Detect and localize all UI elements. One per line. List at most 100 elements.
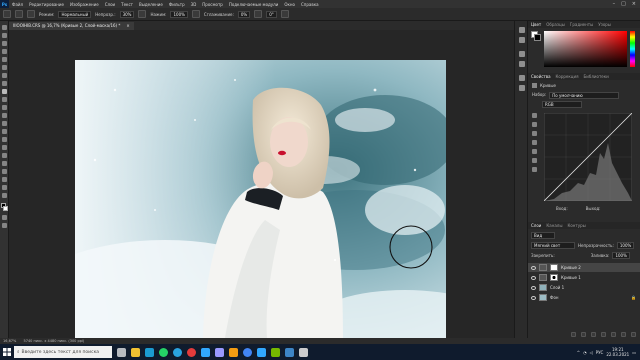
- hue-slider[interactable]: [630, 31, 635, 67]
- tab-properties[interactable]: Свойства: [531, 74, 551, 79]
- telegram-icon[interactable]: [173, 347, 182, 357]
- brush-preset-picker[interactable]: [27, 10, 35, 18]
- layer-row[interactable]: Фон 🔒: [528, 293, 640, 302]
- tab-patterns[interactable]: Узоры: [598, 22, 611, 27]
- task-view-icon[interactable]: [117, 347, 126, 357]
- premiere-icon[interactable]: [215, 347, 224, 357]
- layer-filter-select[interactable]: Вид: [531, 232, 555, 239]
- marquee-tool-icon[interactable]: [2, 33, 7, 38]
- home-icon[interactable]: [3, 10, 11, 18]
- visibility-eye-icon[interactable]: [531, 275, 536, 280]
- symmetry-icon[interactable]: [280, 10, 289, 18]
- smoothing-field[interactable]: 0%: [237, 10, 251, 18]
- angle-field[interactable]: 0°: [266, 10, 277, 18]
- nvidia-icon[interactable]: [271, 347, 280, 357]
- new-adjustment-icon[interactable]: [601, 331, 606, 337]
- chrome-icon[interactable]: [243, 347, 252, 357]
- zoom-tool-icon[interactable]: [2, 185, 7, 190]
- file-explorer-icon[interactable]: [131, 347, 140, 357]
- channel-select[interactable]: RGB: [542, 101, 582, 108]
- tab-adjustments[interactable]: Коррекция: [556, 74, 579, 79]
- opera-icon[interactable]: [187, 347, 196, 357]
- layer-row[interactable]: Кривые 2: [528, 263, 640, 272]
- curves-graph[interactable]: [544, 113, 632, 201]
- glyphs-icon[interactable]: [519, 85, 525, 91]
- shape-tool-icon[interactable]: [2, 169, 7, 174]
- link-layers-icon[interactable]: [571, 331, 576, 337]
- layer-row[interactable]: Слой 1: [528, 283, 640, 292]
- notifications-icon[interactable]: ▭: [632, 350, 636, 355]
- screen-mode-icon[interactable]: [2, 223, 7, 228]
- smoothing-options-icon[interactable]: [254, 10, 263, 18]
- menu-help[interactable]: Справка: [298, 2, 322, 7]
- tab-swatches[interactable]: Образцы: [546, 22, 565, 27]
- layer-mask-thumb[interactable]: [550, 274, 558, 281]
- menu-file[interactable]: Файл: [9, 2, 26, 7]
- menu-filter[interactable]: Фильтр: [166, 2, 188, 7]
- taskbar-search[interactable]: ⌕ Введите здесь текст для поиска: [14, 346, 112, 358]
- language-indicator[interactable]: РУС: [596, 350, 604, 355]
- canvas-area[interactable]: [9, 30, 514, 338]
- layer-opacity-field[interactable]: 100%: [616, 242, 635, 249]
- pressure-opacity-icon[interactable]: [138, 10, 147, 18]
- windows-start-icon[interactable]: [0, 344, 14, 360]
- close-tab-icon[interactable]: ×: [126, 22, 129, 30]
- menu-layers[interactable]: Слои: [102, 2, 118, 7]
- type-tool-icon[interactable]: [2, 153, 7, 158]
- menu-edit[interactable]: Редактирование: [26, 2, 67, 7]
- zoom-level[interactable]: 16,67%: [3, 339, 16, 343]
- color-field[interactable]: [544, 31, 627, 67]
- network-icon[interactable]: ◔: [583, 350, 587, 355]
- white-point-eyedropper-icon[interactable]: [532, 140, 537, 145]
- pen-tool-icon[interactable]: [2, 145, 7, 150]
- gray-point-eyedropper-icon[interactable]: [532, 131, 537, 136]
- layer-mask-thumb[interactable]: [550, 264, 558, 271]
- tab-gradients[interactable]: Градиенты: [570, 22, 593, 27]
- volume-icon[interactable]: ◁: [590, 350, 593, 355]
- layer-row[interactable]: Кривые 1: [528, 273, 640, 282]
- gradient-tool-icon[interactable]: [2, 121, 7, 126]
- crop-tool-icon[interactable]: [2, 57, 7, 62]
- blur-tool-icon[interactable]: [2, 129, 7, 134]
- history-icon[interactable]: [519, 27, 525, 33]
- menu-type[interactable]: Текст: [118, 2, 136, 7]
- eyedropper-tool-icon[interactable]: [2, 73, 7, 78]
- visibility-eye-icon[interactable]: [531, 265, 536, 270]
- menu-3d[interactable]: 3D: [188, 2, 200, 7]
- tab-channels[interactable]: Каналы: [546, 223, 562, 228]
- tab-layers[interactable]: Слои: [531, 223, 541, 228]
- minimize-icon[interactable]: –: [613, 1, 616, 7]
- tab-paths[interactable]: Контуры: [567, 223, 585, 228]
- brush-tool-icon[interactable]: [2, 89, 7, 94]
- delete-layer-icon[interactable]: [631, 331, 636, 337]
- menu-image[interactable]: Изображение: [67, 2, 102, 7]
- settings-icon[interactable]: [299, 347, 308, 357]
- menu-window[interactable]: Окно: [281, 2, 298, 7]
- add-mask-icon[interactable]: [591, 331, 596, 337]
- new-group-icon[interactable]: [611, 331, 616, 337]
- path-select-tool-icon[interactable]: [2, 161, 7, 166]
- visibility-eye-icon[interactable]: [531, 295, 536, 300]
- paragraph-icon[interactable]: [519, 51, 525, 57]
- mode-select[interactable]: Нормальный: [58, 10, 92, 18]
- new-layer-icon[interactable]: [621, 331, 626, 337]
- photoshop-taskbar-icon[interactable]: [201, 347, 210, 357]
- illustrator-icon[interactable]: [229, 347, 238, 357]
- on-image-adjust-icon[interactable]: [532, 113, 537, 118]
- black-point-eyedropper-icon[interactable]: [532, 122, 537, 127]
- background-color-swatch[interactable]: [3, 206, 8, 211]
- character-icon[interactable]: [519, 61, 525, 67]
- flow-field[interactable]: 100%: [170, 10, 188, 18]
- move-tool-icon[interactable]: [2, 25, 7, 30]
- document-canvas[interactable]: [75, 60, 446, 338]
- curve-edit-icon[interactable]: [532, 149, 537, 154]
- tab-color[interactable]: Цвет: [531, 22, 541, 27]
- visibility-eye-icon[interactable]: [531, 285, 536, 290]
- history-brush-tool-icon[interactable]: [2, 105, 7, 110]
- more-tools-icon[interactable]: [2, 193, 7, 198]
- preset-select[interactable]: По умолчанию: [549, 92, 620, 99]
- hand-tool-icon[interactable]: [2, 177, 7, 182]
- brushes-icon[interactable]: [519, 75, 525, 81]
- healing-tool-icon[interactable]: [2, 81, 7, 86]
- smooth-curve-icon[interactable]: [532, 167, 537, 172]
